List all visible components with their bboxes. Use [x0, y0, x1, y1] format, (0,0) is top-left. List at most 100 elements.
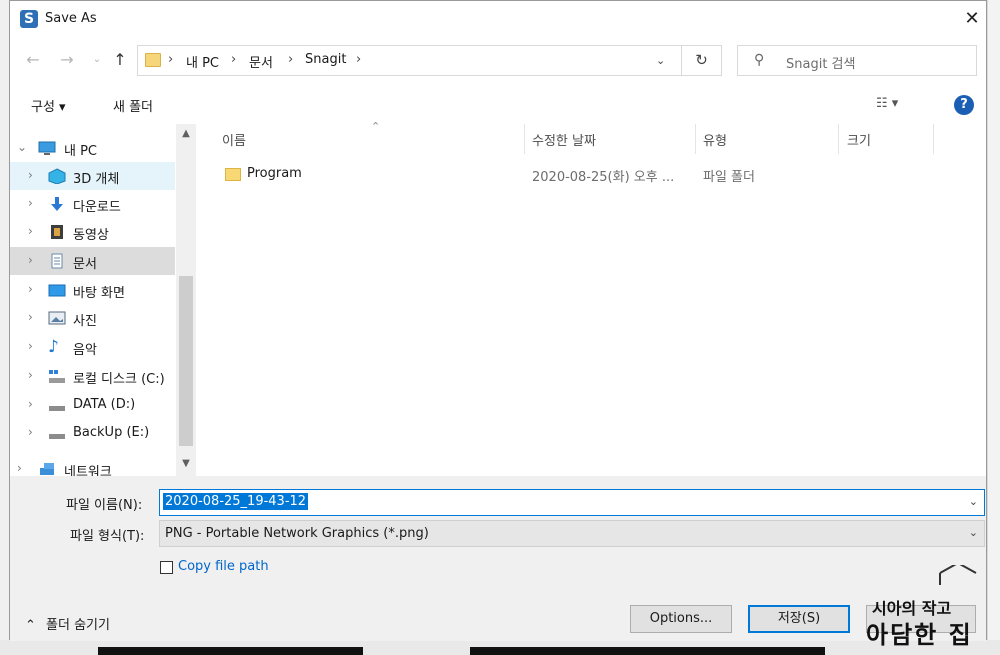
folder-icon: [225, 168, 241, 181]
copy-file-path-checkbox[interactable]: [160, 561, 173, 574]
navigation-bar: ← → ⌄ ↑ › 내 PC › 문서 › Snagit › ⌄ ↻ ⚲ Sna…: [10, 39, 986, 81]
expanded-chevron-icon[interactable]: ⌄: [17, 140, 27, 154]
column-header-type[interactable]: 유형: [703, 130, 727, 149]
save-as-dialog: S Save As ✕ ← → ⌄ ↑ › 내 PC › 문서 › Snagit…: [9, 0, 987, 641]
view-options-icon[interactable]: ☷ ▾: [876, 96, 898, 111]
collapsed-chevron-icon[interactable]: ›: [28, 253, 33, 267]
search-icon: ⚲: [754, 52, 765, 68]
breadcrumb-chevron-icon[interactable]: ›: [288, 52, 293, 67]
scroll-thumb[interactable]: [179, 276, 193, 446]
watermark-line2: 아담한 집: [866, 621, 973, 649]
breadcrumb-chevron-icon[interactable]: ›: [168, 52, 173, 67]
tree-label: 음악: [73, 343, 97, 358]
column-divider[interactable]: [524, 124, 525, 154]
breadcrumb-documents[interactable]: 문서: [249, 52, 273, 71]
collapsed-chevron-icon[interactable]: ›: [28, 425, 33, 439]
tree-item-data-d[interactable]: › DATA (D:): [10, 391, 175, 419]
tree-item-backup-e[interactable]: › BackUp (E:): [10, 419, 175, 447]
tree-item-pictures[interactable]: › 사진: [10, 304, 175, 332]
collapsed-chevron-icon[interactable]: ›: [28, 168, 33, 182]
address-dropdown-chevron-icon[interactable]: ⌄: [656, 54, 665, 67]
filename-label: 파일 이름(N):: [66, 498, 143, 513]
collapsed-chevron-icon[interactable]: ›: [28, 397, 33, 411]
pictures-icon: [48, 310, 66, 326]
background-app-right: [987, 0, 1000, 655]
tree-item-music[interactable]: › ♪ 음악: [10, 333, 175, 361]
tree-item-desktop[interactable]: › 바탕 화면: [10, 276, 175, 304]
tree-item-videos[interactable]: › 동영상: [10, 218, 175, 246]
collapsed-chevron-icon[interactable]: ›: [28, 196, 33, 210]
collapsed-chevron-icon[interactable]: ›: [28, 368, 33, 382]
filetype-dropdown-chevron-icon[interactable]: ⌄: [969, 526, 978, 539]
recent-locations-chevron-icon[interactable]: ⌄: [86, 49, 108, 71]
column-divider[interactable]: [838, 124, 839, 154]
filename-input[interactable]: 2020-08-25_19-43-12 ⌄: [159, 489, 985, 516]
search-box[interactable]: ⚲ Snagit 검색: [737, 45, 977, 76]
column-divider[interactable]: [695, 124, 696, 154]
tree-label: DATA (D:): [73, 397, 136, 412]
navigation-scrollbar[interactable]: ▲ ▼: [176, 124, 196, 476]
drive-icon: [48, 425, 66, 441]
column-header-name[interactable]: 이름: [222, 130, 246, 149]
hide-folders-button[interactable]: ⌃ 폴더 숨기기: [25, 614, 110, 633]
tree-item-this-pc[interactable]: ⌄ 내 PC: [10, 134, 175, 162]
breadcrumb-chevron-icon[interactable]: ›: [356, 52, 361, 67]
desktop-icon: [48, 282, 66, 298]
background-app-left: [0, 0, 9, 655]
background-dark-region: [98, 647, 363, 655]
breadcrumb-snagit[interactable]: Snagit: [305, 52, 346, 67]
tree-item-local-disk-c[interactable]: › 로컬 디스크 (C:): [10, 362, 175, 390]
scroll-up-icon[interactable]: ▲: [179, 128, 193, 139]
breadcrumb-this-pc[interactable]: 내 PC: [186, 52, 219, 71]
watermark-logo: 시아의 작고 아담한 집: [848, 565, 988, 649]
file-name: Program: [247, 166, 302, 181]
organize-menu[interactable]: 구성 ▾: [31, 96, 66, 115]
filename-dropdown-chevron-icon[interactable]: ⌄: [969, 495, 978, 508]
tree-item-downloads[interactable]: › 다운로드: [10, 190, 175, 218]
navigation-pane: ⌄ 내 PC › 3D 개체 › 다운로드 › 동영상 › 문서 › 바탕 화면…: [10, 124, 196, 480]
options-button[interactable]: Options...: [630, 605, 732, 633]
tree-label: 동영상: [73, 228, 109, 243]
chevron-up-icon: ⌃: [25, 618, 36, 633]
collapsed-chevron-icon[interactable]: ›: [28, 282, 33, 296]
download-icon: [48, 196, 66, 212]
window-title: Save As: [45, 11, 97, 26]
help-icon[interactable]: ?: [954, 95, 974, 115]
document-icon: [48, 253, 66, 269]
title-bar[interactable]: S Save As ✕: [10, 1, 986, 37]
tree-item-3d-objects[interactable]: › 3D 개체: [10, 162, 175, 190]
network-icon: [38, 461, 56, 477]
file-list: ⌃ 이름 수정한 날짜 유형 크기 Program 2020-08-25(화) …: [197, 120, 986, 476]
filetype-value: PNG - Portable Network Graphics (*.png): [165, 526, 429, 541]
folder-icon: [145, 53, 161, 67]
hide-folders-label: 폴더 숨기기: [46, 618, 110, 633]
filename-value[interactable]: 2020-08-25_19-43-12: [163, 493, 309, 510]
tree-item-documents[interactable]: › 문서: [10, 247, 175, 275]
copy-file-path-label[interactable]: Copy file path: [178, 559, 269, 574]
scroll-down-icon[interactable]: ▼: [179, 458, 193, 469]
column-header-size[interactable]: 크기: [847, 130, 871, 149]
up-arrow-icon[interactable]: ↑: [109, 49, 131, 71]
back-arrow-icon[interactable]: ←: [22, 49, 44, 71]
pc-icon: [38, 140, 56, 156]
collapsed-chevron-icon[interactable]: ›: [17, 461, 22, 475]
new-folder-button[interactable]: 새 폴더: [113, 96, 153, 115]
collapsed-chevron-icon[interactable]: ›: [28, 224, 33, 238]
tree-label: 바탕 화면: [73, 286, 125, 301]
collapsed-chevron-icon[interactable]: ›: [28, 339, 33, 353]
3d-objects-icon: [48, 168, 66, 185]
music-icon: ♪: [48, 337, 59, 357]
column-header-modified[interactable]: 수정한 날짜: [532, 130, 596, 149]
address-bar[interactable]: › 내 PC › 문서 › Snagit › ⌄: [137, 45, 682, 76]
tree-label: 3D 개체: [73, 172, 120, 187]
column-divider[interactable]: [933, 124, 934, 154]
save-button[interactable]: 저장(S): [748, 605, 850, 633]
refresh-icon[interactable]: ↻: [682, 45, 722, 76]
breadcrumb-chevron-icon[interactable]: ›: [231, 52, 236, 67]
collapsed-chevron-icon[interactable]: ›: [28, 310, 33, 324]
filetype-select[interactable]: PNG - Portable Network Graphics (*.png) …: [159, 520, 985, 547]
file-modified: 2020-08-25(화) 오후 ...: [532, 170, 675, 185]
forward-arrow-icon[interactable]: →: [56, 49, 78, 71]
file-row[interactable]: Program 2020-08-25(화) 오후 ... 파일 폴더: [197, 160, 986, 188]
close-button[interactable]: ✕: [960, 7, 984, 31]
